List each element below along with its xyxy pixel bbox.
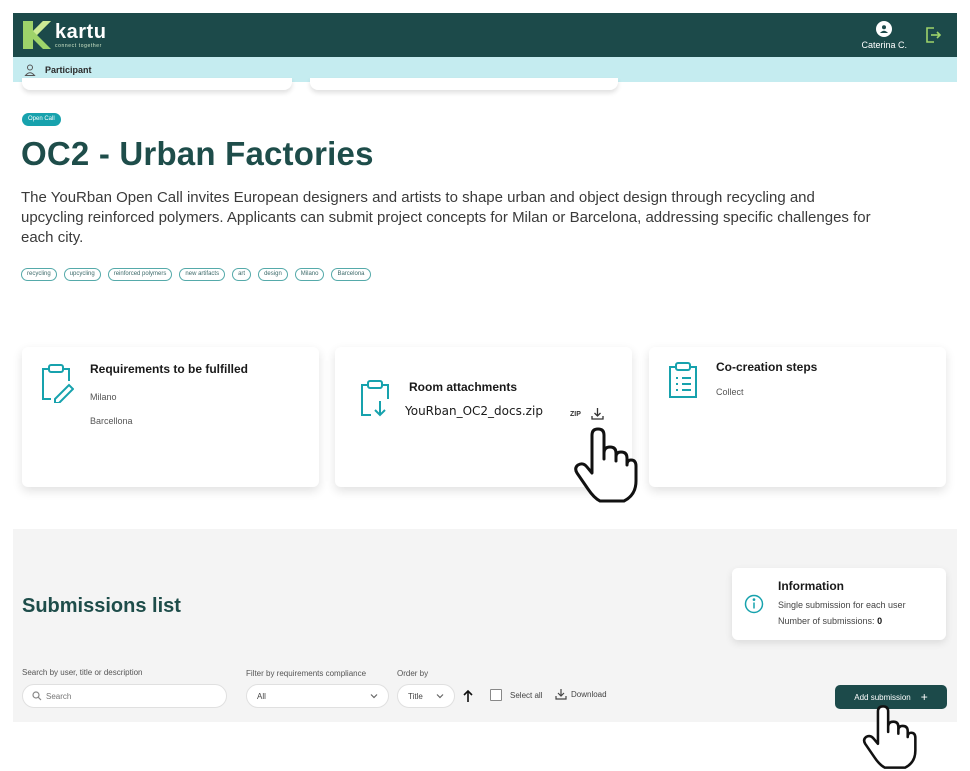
tag[interactable]: recycling	[21, 268, 57, 281]
person-icon	[24, 64, 36, 76]
user-name: Caterina C.	[861, 39, 907, 50]
brand-tagline: connect together	[55, 42, 102, 49]
requirements-title: Requirements to be fulfilled	[90, 362, 249, 376]
brand-name: kartu	[55, 20, 107, 43]
order-value: Title	[408, 691, 423, 701]
plus-icon: +	[920, 690, 928, 704]
collapsed-card-left	[22, 78, 292, 90]
hand-cursor-icon	[862, 705, 917, 769]
tag[interactable]: reinforced polymers	[107, 268, 173, 281]
information-card: Information Single submission for each u…	[732, 568, 946, 640]
tag[interactable]: design	[258, 268, 288, 281]
tag-list: recycling upcycling reinforced polymers …	[21, 268, 371, 281]
avatar	[876, 20, 893, 37]
clipboard-list-icon	[669, 362, 697, 398]
file-type-label: ZIP	[570, 411, 581, 418]
submission-count-label: Number of submissions:	[778, 616, 875, 626]
attachment-file-name[interactable]: YouRban_OC2_docs.zip	[405, 404, 543, 418]
add-submission-label: Add submission	[854, 692, 911, 702]
cocreation-step: Collect	[716, 387, 744, 397]
page-title: OC2 - Urban Factories	[21, 135, 374, 172]
chevron-down-icon	[370, 694, 378, 699]
clipboard-edit-icon	[42, 364, 74, 403]
search-input[interactable]	[46, 691, 206, 701]
info-icon	[744, 594, 764, 614]
filter-value: All	[257, 691, 266, 701]
user-icon	[880, 24, 889, 33]
submission-count-text: Number of submissions: 0	[778, 616, 882, 626]
select-all-label: Select all	[510, 691, 543, 700]
order-by-select[interactable]: Title	[397, 684, 455, 708]
order-label: Order by	[397, 669, 429, 678]
download-icon[interactable]	[591, 407, 604, 420]
tag[interactable]: upcycling	[63, 268, 101, 281]
requirements-card: Requirements to be fulfilled Milano Barc…	[22, 347, 319, 487]
sort-ascending-icon[interactable]	[462, 689, 474, 703]
information-rule: Single submission for each user	[778, 600, 906, 610]
kartu-logo[interactable]: kartu connect together	[21, 19, 106, 51]
collapsed-card-right	[310, 78, 618, 90]
download-icon	[555, 689, 567, 700]
call-description: The YouRban Open Call invites European d…	[21, 189, 871, 246]
cocreation-card: Co-creation steps Collect	[649, 347, 946, 487]
top-bar: kartu connect together Caterina C.	[13, 13, 957, 57]
download-label: Download	[571, 689, 607, 699]
download-button[interactable]: Download	[555, 688, 607, 700]
search-field[interactable]	[22, 684, 227, 708]
filter-label: Filter by requirements compliance	[246, 669, 367, 678]
requirements-filter-select[interactable]: All	[246, 684, 389, 708]
tag[interactable]: new artifacts	[179, 268, 226, 281]
logout-icon[interactable]	[923, 25, 943, 45]
tag[interactable]: art	[232, 268, 252, 281]
tag[interactable]: Milano	[294, 268, 325, 281]
chevron-down-icon	[436, 694, 444, 699]
requirement-item: Barcellona	[90, 416, 133, 426]
hand-cursor-icon	[574, 427, 638, 503]
attachments-title: Room attachments	[409, 380, 518, 394]
role-label: Participant	[45, 64, 92, 75]
clipboard-download-icon	[361, 380, 389, 417]
submissions-title: Submissions list	[22, 595, 181, 617]
information-title: Information	[778, 579, 844, 593]
open-call-badge: Open Call	[22, 113, 61, 126]
requirement-item: Milano	[90, 392, 117, 402]
search-icon	[32, 691, 42, 701]
search-label: Search by user, title or description	[22, 668, 143, 677]
logo-mark-icon	[23, 21, 51, 49]
cocreation-title: Co-creation steps	[716, 360, 818, 374]
select-all-checkbox[interactable]	[490, 689, 502, 701]
submission-count: 0	[877, 616, 883, 626]
user-menu[interactable]: Caterina C.	[861, 20, 907, 50]
tag[interactable]: Barcelona	[331, 268, 371, 281]
